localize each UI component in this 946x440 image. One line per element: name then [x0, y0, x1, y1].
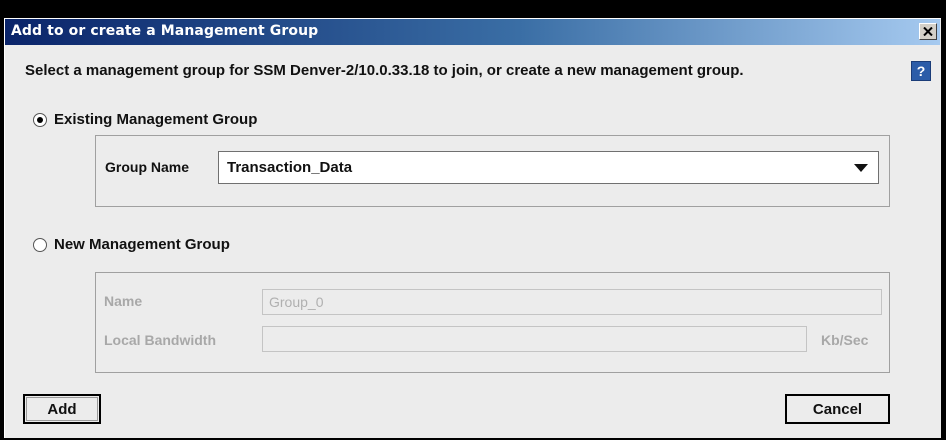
existing-group-radio[interactable]: [33, 112, 47, 127]
help-button[interactable]: ?: [911, 61, 931, 81]
new-group-radio[interactable]: [33, 237, 47, 252]
existing-group-label: Existing Management Group: [54, 111, 258, 128]
bandwidth-unit-label: Kb/Sec: [821, 332, 869, 348]
dialog-title: Add to or create a Management Group: [11, 23, 319, 39]
add-button-label: Add: [47, 400, 77, 418]
existing-group-option[interactable]: Existing Management Group: [33, 111, 257, 128]
instruction-text: Select a management group for SSM Denver…: [25, 62, 744, 79]
help-icon: ?: [916, 63, 926, 79]
add-button[interactable]: Add: [23, 394, 101, 424]
group-name-dropdown[interactable]: Transaction_Data: [218, 151, 879, 184]
group-name-label: Group Name: [105, 159, 190, 175]
new-group-option[interactable]: New Management Group: [33, 236, 230, 253]
local-bandwidth-input[interactable]: [262, 326, 807, 352]
close-button[interactable]: [919, 23, 937, 40]
title-bar[interactable]: Add to or create a Management Group: [5, 19, 940, 45]
chevron-down-icon[interactable]: [854, 164, 868, 172]
existing-group-panel: Group Name Transaction_Data: [95, 135, 890, 207]
group-name-value: Transaction_Data: [227, 159, 353, 176]
management-group-dialog: Add to or create a Management Group Sele…: [4, 18, 941, 438]
close-icon: [923, 27, 933, 36]
name-input[interactable]: [262, 289, 882, 315]
cancel-button-label: Cancel: [812, 400, 863, 418]
local-bandwidth-label: Local Bandwidth: [104, 332, 216, 348]
new-group-panel: Name Local Bandwidth Kb/Sec: [95, 272, 890, 373]
new-group-label: New Management Group: [54, 236, 230, 253]
cancel-button[interactable]: Cancel: [785, 394, 890, 424]
name-label: Name: [104, 293, 143, 309]
